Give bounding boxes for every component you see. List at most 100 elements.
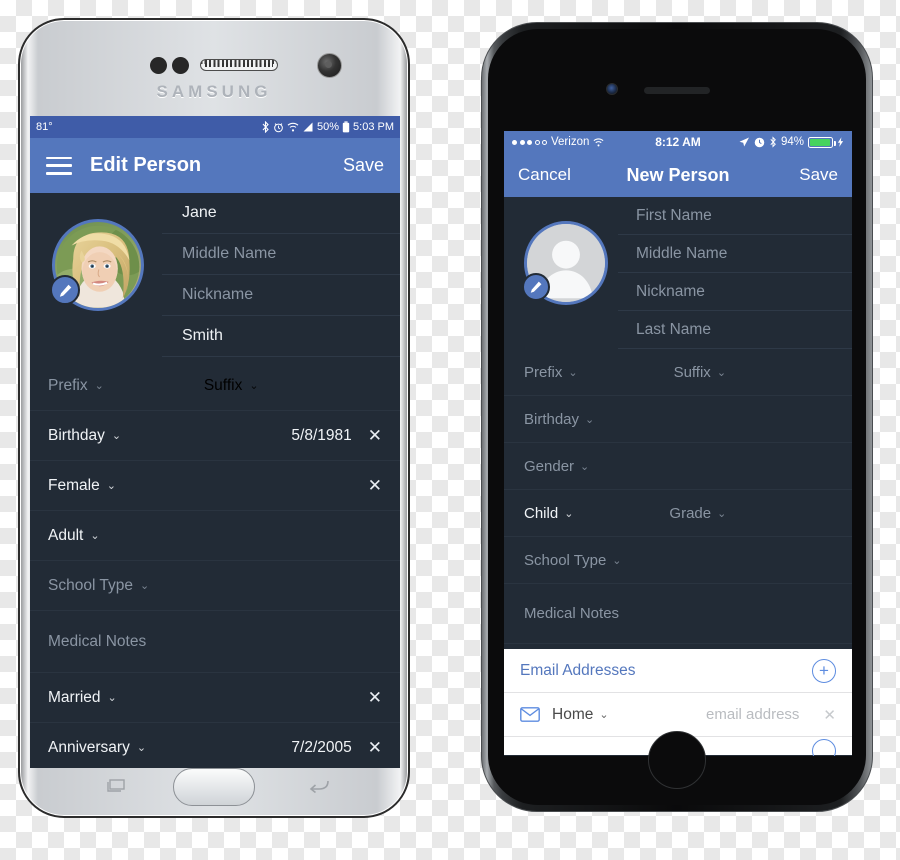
android-form-body: Jane Middle Name Nickname Smith Prefix ⌄ … (30, 193, 400, 768)
iphone-nav-bar: Cancel New Person Save (504, 153, 852, 197)
medical-notes-label: Medical Notes (48, 632, 147, 650)
add-email-button-partial[interactable] (812, 739, 836, 756)
front-camera-icon (317, 53, 342, 78)
first-name-field[interactable]: Jane (162, 193, 400, 234)
home-button[interactable] (173, 768, 255, 806)
suffix-label: Suffix (673, 363, 711, 381)
avatar[interactable] (50, 219, 144, 311)
home-button[interactable] (648, 731, 706, 789)
nickname-field[interactable]: Nickname (618, 273, 852, 311)
chevron-down-icon: ⌄ (90, 530, 100, 542)
charging-bolt-icon (837, 137, 844, 147)
iphone-device: Verizon 8:12 AM 94% Cancel New Person Sa… (481, 22, 873, 812)
row-prefix-suffix[interactable]: Prefix ⌄ Suffix ⌄ (30, 361, 400, 411)
row-birthday[interactable]: Birthday ⌄ (504, 396, 852, 443)
bluetooth-icon (262, 121, 269, 133)
row-school-type[interactable]: School Type ⌄ (504, 537, 852, 584)
age-group-label: Adult (48, 526, 84, 544)
clear-birthday-button[interactable]: ✕ (368, 427, 382, 444)
iphone-status-bar: Verizon 8:12 AM 94% (504, 131, 852, 153)
envelope-icon (520, 707, 540, 722)
row-age-group-grade[interactable]: Child ⌄ Grade ⌄ (504, 490, 852, 537)
page-title: Edit Person (90, 154, 202, 176)
save-button[interactable]: Save (343, 155, 384, 176)
row-gender[interactable]: Gender ⌄ (504, 443, 852, 490)
hamburger-menu-icon[interactable] (46, 156, 72, 175)
alarm-icon (754, 137, 765, 147)
clear-marital-status-button[interactable]: ✕ (368, 689, 382, 706)
pencil-icon (59, 284, 71, 297)
middle-name-field[interactable]: Middle Name (162, 234, 400, 275)
save-button[interactable]: Save (799, 165, 838, 185)
row-anniversary[interactable]: Anniversary ⌄ 7/2/2005 ✕ (30, 723, 400, 768)
clear-email-button[interactable]: ✕ (823, 706, 836, 724)
chevron-down-icon: ⌄ (585, 413, 595, 426)
chevron-down-icon: ⌄ (717, 507, 727, 520)
battery-icon (808, 136, 836, 148)
last-name-field[interactable]: Smith (162, 316, 400, 357)
clock-label: 5:03 PM (353, 121, 394, 133)
birthday-value: 5/8/1981 (291, 426, 352, 444)
school-type-label: School Type (48, 576, 134, 594)
android-app-bar: Edit Person Save (30, 138, 400, 193)
email-section-header: Email Addresses + (504, 649, 852, 693)
signal-strength-icon (512, 139, 547, 145)
chevron-down-icon: ⌄ (564, 507, 574, 520)
add-email-button[interactable]: + (812, 658, 836, 683)
grade-label: Grade (669, 504, 712, 522)
middle-name-field[interactable]: Middle Name (618, 235, 852, 273)
earpiece-speaker (200, 59, 278, 71)
edit-photo-button[interactable] (50, 275, 80, 305)
row-gender[interactable]: Female ⌄ ✕ (30, 461, 400, 511)
back-icon[interactable] (308, 778, 330, 794)
chevron-down-icon: ⌄ (612, 554, 622, 567)
recents-icon[interactable] (106, 778, 126, 794)
iphone-screen: Verizon 8:12 AM 94% Cancel New Person Sa… (504, 131, 852, 756)
android-name-fields: Jane Middle Name Nickname Smith (162, 193, 400, 357)
wifi-icon (287, 122, 299, 132)
nickname-field[interactable]: Nickname (162, 275, 400, 316)
clear-gender-button[interactable]: ✕ (368, 477, 382, 494)
prefix-label: Prefix (48, 376, 88, 394)
light-sensor-icon (172, 57, 189, 74)
row-age-group[interactable]: Adult ⌄ (30, 511, 400, 561)
chevron-down-icon: ⌄ (716, 366, 727, 379)
email-section-title: Email Addresses (520, 661, 636, 679)
battery-percent-label: 50% (317, 121, 340, 133)
row-medical-notes[interactable]: Medical Notes (30, 611, 400, 673)
email-type-label: Home (552, 705, 594, 723)
chevron-down-icon: ⌄ (107, 692, 117, 704)
marital-status-label: Married (48, 688, 101, 706)
alarm-icon (274, 123, 283, 133)
carrier-label: Verizon (551, 136, 590, 148)
anniversary-label: Anniversary (48, 738, 130, 756)
clear-anniversary-button[interactable]: ✕ (368, 739, 382, 756)
chevron-down-icon: ⌄ (106, 480, 116, 492)
front-camera-icon (606, 83, 618, 95)
chevron-down-icon: ⌄ (136, 742, 147, 754)
birthday-label: Birthday (524, 410, 580, 428)
chevron-down-icon: ⌄ (94, 380, 104, 392)
wifi-icon (593, 137, 604, 146)
location-icon (739, 137, 749, 147)
chevron-down-icon: ⌄ (599, 709, 609, 721)
row-marital-status[interactable]: Married ⌄ ✕ (30, 673, 400, 723)
row-medical-notes[interactable]: Medical Notes (504, 584, 852, 644)
chevron-down-icon: ⌄ (568, 366, 578, 379)
email-address-input[interactable]: email address (706, 706, 799, 723)
last-name-field[interactable]: Last Name (618, 311, 852, 349)
first-name-field[interactable]: First Name (618, 197, 852, 235)
avatar[interactable] (522, 221, 608, 305)
row-prefix-suffix[interactable]: Prefix ⌄ Suffix ⌄ (504, 349, 852, 396)
device-brand-label: SAMSUNG (156, 82, 272, 101)
earpiece-speaker (644, 87, 710, 94)
android-attribute-rows: Prefix ⌄ Suffix ⌄ Birthday ⌄ 5/8/1981 ✕ Fem… (30, 361, 400, 768)
chevron-down-icon: ⌄ (580, 460, 590, 473)
row-birthday[interactable]: Birthday ⌄ 5/8/1981 ✕ (30, 411, 400, 461)
chevron-down-icon: ⌄ (111, 430, 122, 442)
android-phone-device: SAMSUNG 81° 50% 5:03 PM Edit Person Save… (18, 18, 410, 818)
row-school-type[interactable]: School Type ⌄ (30, 561, 400, 611)
edit-photo-button[interactable] (522, 273, 550, 301)
bluetooth-icon (770, 136, 776, 148)
email-type-selector[interactable]: Home ⌄ (552, 706, 609, 724)
